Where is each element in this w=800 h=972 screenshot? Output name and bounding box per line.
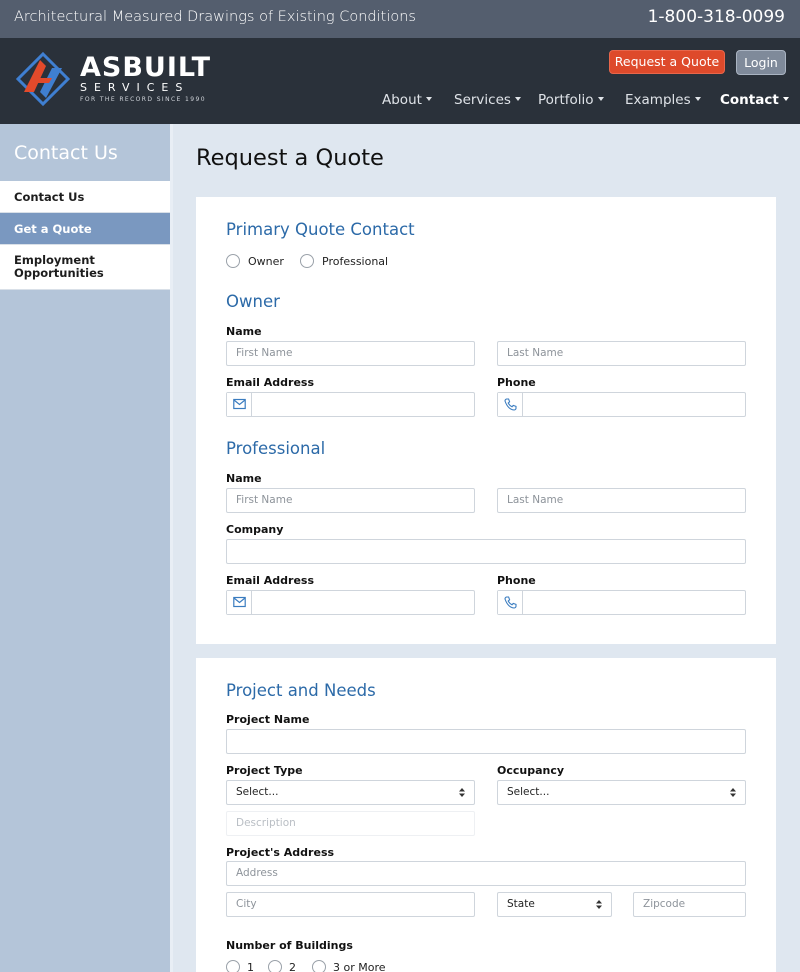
company-input[interactable] bbox=[226, 539, 746, 564]
sidebar-divider bbox=[170, 124, 173, 972]
description-input[interactable]: Description bbox=[226, 811, 475, 836]
caret-down-icon bbox=[425, 97, 432, 101]
pro-email-label: Email Address bbox=[226, 574, 315, 587]
brand-tagline: FOR THE RECORD SINCE 1990 bbox=[80, 96, 206, 103]
owner-first-name-input[interactable]: First Name bbox=[226, 341, 475, 366]
nav-label: About bbox=[382, 92, 422, 108]
project-card: Project and Needs Project Name Project T… bbox=[196, 658, 776, 972]
owner-radio[interactable] bbox=[226, 254, 240, 268]
nav-contact[interactable]: Contact bbox=[720, 92, 789, 110]
sidebar-item-contact-us[interactable]: Contact Us bbox=[0, 181, 170, 213]
caret-down-icon bbox=[694, 97, 701, 101]
owner-email-label: Email Address bbox=[226, 376, 315, 389]
nav-label: Services bbox=[454, 92, 511, 108]
nav-label: Examples bbox=[625, 92, 691, 108]
project-name-input[interactable] bbox=[226, 729, 746, 754]
caret-down-icon bbox=[597, 97, 604, 101]
brand-name: ASBUILT bbox=[80, 52, 212, 83]
zipcode-input[interactable]: Zipcode bbox=[633, 892, 746, 917]
project-type-select[interactable]: Select... bbox=[226, 780, 475, 805]
sidebar-item-employment[interactable]: Employment Opportunities bbox=[0, 245, 170, 290]
buildings-1-radio[interactable] bbox=[226, 960, 240, 972]
pro-phone-label: Phone bbox=[497, 574, 536, 587]
professional-radio[interactable] bbox=[300, 254, 314, 268]
contact-card: Primary Quote Contact Owner Professional… bbox=[196, 197, 776, 644]
nav-label: Portfolio bbox=[538, 92, 594, 108]
nav-label: Contact bbox=[720, 92, 779, 108]
phone-icon bbox=[504, 398, 517, 411]
buildings-2-label: 2 bbox=[289, 961, 296, 972]
nav-portfolio[interactable]: Portfolio bbox=[538, 92, 604, 110]
occupancy-select[interactable]: Select... bbox=[497, 780, 746, 805]
caret-down-icon bbox=[514, 97, 521, 101]
login-button[interactable]: Login bbox=[736, 50, 786, 75]
owner-heading: Owner bbox=[226, 292, 280, 311]
project-name-label: Project Name bbox=[226, 713, 310, 726]
caret-down-icon bbox=[782, 97, 789, 101]
select-arrows-icon bbox=[459, 788, 465, 797]
buildings-2-radio[interactable] bbox=[268, 960, 282, 972]
sidebar-title: Contact Us bbox=[14, 142, 118, 164]
pro-email-input[interactable] bbox=[226, 590, 475, 615]
owner-email-input[interactable] bbox=[226, 392, 475, 417]
nav-examples[interactable]: Examples bbox=[625, 92, 701, 110]
email-addon bbox=[227, 591, 252, 614]
project-address-label: Project's Address bbox=[226, 846, 335, 859]
owner-name-label: Name bbox=[226, 325, 262, 338]
envelope-icon bbox=[233, 398, 246, 410]
phone-number[interactable]: 1-800-318-0099 bbox=[648, 7, 785, 27]
sidebar: Contact Us Contact Us Get a Quote Employ… bbox=[0, 124, 170, 972]
project-type-value: Select... bbox=[236, 786, 279, 798]
envelope-icon bbox=[233, 596, 246, 608]
site-header: ASBUILT SERVICES FOR THE RECORD SINCE 19… bbox=[0, 38, 800, 124]
buildings-label: Number of Buildings bbox=[226, 939, 353, 952]
logo[interactable]: ASBUILT SERVICES FOR THE RECORD SINCE 19… bbox=[16, 52, 226, 108]
nav-about[interactable]: About bbox=[382, 92, 432, 110]
pro-last-name-input[interactable]: Last Name bbox=[497, 488, 746, 513]
sidebar-item-get-a-quote[interactable]: Get a Quote bbox=[0, 213, 170, 245]
select-arrows-icon bbox=[730, 788, 736, 797]
state-select[interactable]: State bbox=[497, 892, 612, 917]
buildings-3-label: 3 or More bbox=[333, 961, 386, 972]
request-quote-button[interactable]: Request a Quote bbox=[609, 50, 725, 74]
professional-radio-label: Professional bbox=[322, 255, 389, 268]
occupancy-label: Occupancy bbox=[497, 764, 565, 777]
owner-last-name-input[interactable]: Last Name bbox=[497, 341, 746, 366]
address-input[interactable]: Address bbox=[226, 861, 746, 886]
occupancy-value: Select... bbox=[507, 786, 550, 798]
brand-sub: SERVICES bbox=[80, 81, 190, 94]
project-heading: Project and Needs bbox=[226, 681, 376, 700]
buildings-1-label: 1 bbox=[247, 961, 254, 972]
state-value: State bbox=[507, 898, 535, 910]
city-input[interactable]: City bbox=[226, 892, 475, 917]
pro-name-label: Name bbox=[226, 472, 262, 485]
tagline: Architectural Measured Drawings of Exist… bbox=[14, 9, 416, 25]
nav-services[interactable]: Services bbox=[454, 92, 521, 110]
professional-heading: Professional bbox=[226, 439, 326, 458]
logo-mark-icon bbox=[16, 52, 70, 106]
company-label: Company bbox=[226, 523, 284, 536]
owner-radio-label: Owner bbox=[248, 255, 284, 268]
phone-addon bbox=[498, 393, 523, 416]
email-addon bbox=[227, 393, 252, 416]
buildings-3-radio[interactable] bbox=[312, 960, 326, 972]
primary-contact-heading: Primary Quote Contact bbox=[226, 220, 415, 239]
top-strip: Architectural Measured Drawings of Exist… bbox=[0, 0, 800, 38]
phone-addon bbox=[498, 591, 523, 614]
project-type-label: Project Type bbox=[226, 764, 303, 777]
pro-first-name-input[interactable]: First Name bbox=[226, 488, 475, 513]
phone-icon bbox=[504, 596, 517, 609]
owner-phone-label: Phone bbox=[497, 376, 536, 389]
pro-phone-input[interactable] bbox=[497, 590, 746, 615]
page-title: Request a Quote bbox=[196, 145, 384, 171]
select-arrows-icon bbox=[596, 900, 602, 909]
owner-phone-input[interactable] bbox=[497, 392, 746, 417]
